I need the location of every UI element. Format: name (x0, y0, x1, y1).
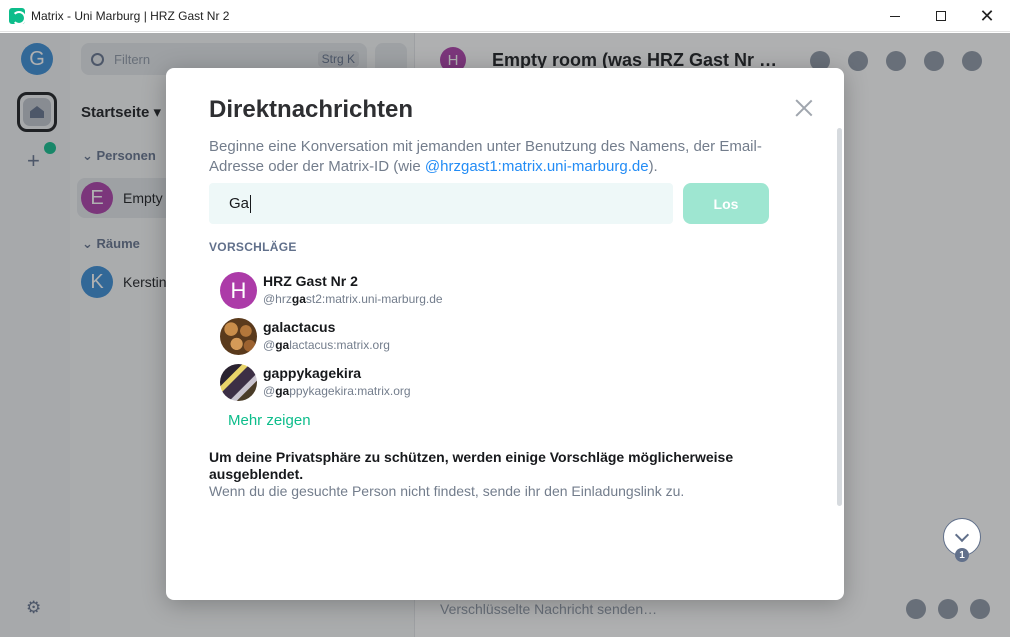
suggestion-id: @hrzgast2:matrix.uni-marburg.de (263, 292, 443, 306)
direct-messages-dialog: Direktnachrichten Beginne eine Konversat… (166, 68, 844, 600)
maximize-icon (936, 11, 946, 21)
close-window-button[interactable]: ✕ (964, 0, 1010, 32)
dialog-title: Direktnachrichten (209, 96, 414, 123)
avatar: H (220, 272, 257, 309)
dialog-close-icon[interactable] (795, 99, 813, 117)
show-more-link[interactable]: Mehr zeigen (228, 412, 311, 429)
window-titlebar: Matrix - Uni Marburg | HRZ Gast Nr 2 ✕ (0, 0, 1010, 32)
suggestion-item[interactable]: gappykagekira @gappykagekira:matrix.org (220, 364, 620, 404)
close-icon: ✕ (979, 5, 995, 26)
go-button[interactable]: Los (683, 183, 769, 224)
unread-count-badge: 1 (955, 548, 969, 562)
window-title: Matrix - Uni Marburg | HRZ Gast Nr 2 (31, 8, 230, 23)
dialog-description: Beginne eine Konversation mit jemanden u… (209, 138, 762, 175)
chevron-down-icon (954, 527, 970, 542)
suggestion-name: gappykagekira (263, 365, 362, 381)
matrix-app-icon (9, 7, 26, 25)
suggestion-item[interactable]: H HRZ Gast Nr 2 @hrzgast2:matrix.uni-mar… (220, 272, 620, 312)
search-value: Ga (229, 195, 250, 212)
text-caret (250, 194, 252, 213)
example-id-link[interactable]: @hrzgast1:matrix.uni-marburg.de (425, 158, 649, 175)
suggestion-item[interactable]: galactacus @galactacus:matrix.org (220, 318, 620, 358)
minimize-icon (890, 15, 900, 17)
suggestion-name: HRZ Gast Nr 2 (263, 273, 358, 289)
privacy-notice: Um deine Privatsphäre zu schützen, werde… (209, 449, 734, 482)
dialog-scrollbar[interactable] (837, 128, 842, 506)
suggestion-name: galactacus (263, 319, 336, 335)
suggestions-heading: VORSCHLÄGE (209, 240, 297, 254)
suggestion-id: @galactacus:matrix.org (263, 338, 390, 352)
invite-hint: Wenn du die gesuchte Person nicht findes… (209, 483, 685, 499)
avatar-image (220, 364, 257, 401)
suggestion-id: @gappykagekira:matrix.org (263, 384, 411, 398)
invite-search-input[interactable]: Ga (209, 183, 673, 224)
minimize-button[interactable] (872, 0, 918, 32)
avatar-image (220, 318, 257, 355)
maximize-button[interactable] (918, 0, 964, 32)
